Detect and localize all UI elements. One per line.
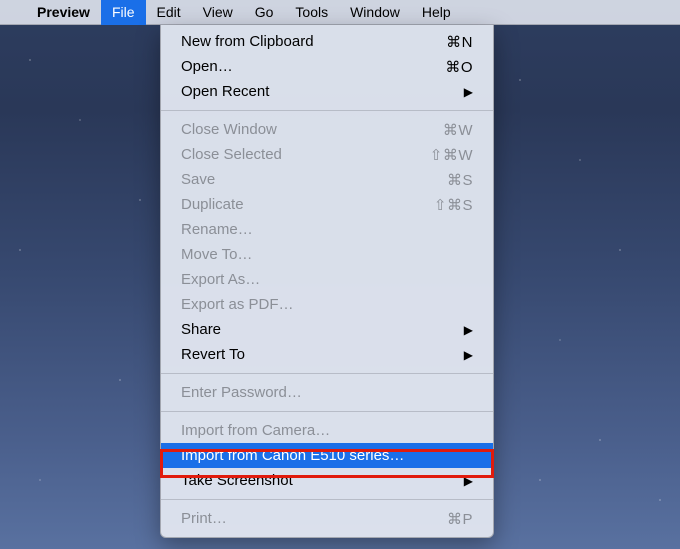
menu-edit[interactable]: Edit [146, 0, 192, 25]
menu-window[interactable]: Window [339, 0, 411, 25]
menu-item: Export as PDF… [161, 292, 493, 317]
menu-separator [161, 499, 493, 500]
menu-item-label: Export As… [181, 271, 260, 288]
menu-item: Enter Password… [161, 380, 493, 405]
menu-separator [161, 110, 493, 111]
menu-item-label: Duplicate [181, 196, 244, 213]
menu-item[interactable]: Open… ⌘O [161, 54, 493, 79]
menu-item-label: Close Window [181, 121, 277, 138]
menu-item-label: New from Clipboard [181, 33, 314, 50]
menu-item[interactable]: Revert To ▶ [161, 342, 493, 367]
submenu-arrow-icon: ▶ [464, 475, 473, 487]
menu-item-shortcut: ⌘S [425, 171, 473, 189]
menu-item-shortcut: ⌘P [425, 510, 473, 528]
submenu-arrow-icon: ▶ [464, 86, 473, 98]
menu-item: Close Window ⌘W [161, 117, 493, 142]
file-menu-dropdown: New from Clipboard ⌘N Open… ⌘O Open Recent ▶ C… [160, 25, 494, 538]
menu-item-shortcut: ⇧⌘S [425, 196, 473, 214]
menu-item-shortcut: ⌘N [425, 33, 473, 51]
menu-item-label: Save [181, 171, 215, 188]
menu-item[interactable]: Take Screenshot ▶ [161, 468, 493, 493]
menu-item-label: Share [181, 321, 221, 338]
menu-file[interactable]: File [101, 0, 146, 25]
app-menu-preview[interactable]: Preview [26, 0, 101, 25]
menu-item-label: Take Screenshot [181, 472, 293, 489]
menu-item-label: Open… [181, 58, 233, 75]
menu-view[interactable]: View [192, 0, 244, 25]
menu-help[interactable]: Help [411, 0, 462, 25]
menu-item: Rename… [161, 217, 493, 242]
menu-item: Export As… [161, 267, 493, 292]
menubar: Preview File Edit View Go Tools Window H… [0, 0, 680, 25]
menu-item: Close Selected ⇧⌘W [161, 142, 493, 167]
menu-item[interactable]: Share ▶ [161, 317, 493, 342]
menu-item-label: Print… [181, 510, 227, 527]
menu-item-label: Rename… [181, 221, 253, 238]
menu-item-label: Close Selected [181, 146, 282, 163]
menu-item: Import from Camera… [161, 418, 493, 443]
menu-item-label: Import from Canon E510 series… [181, 447, 404, 464]
menu-item[interactable]: Open Recent ▶ [161, 79, 493, 104]
menu-item-label: Open Recent [181, 83, 269, 100]
menu-item: Print… ⌘P [161, 506, 493, 531]
menu-tools[interactable]: Tools [284, 0, 339, 25]
menu-item: Move To… [161, 242, 493, 267]
menu-go[interactable]: Go [244, 0, 285, 25]
submenu-arrow-icon: ▶ [464, 324, 473, 336]
menu-separator [161, 373, 493, 374]
submenu-arrow-icon: ▶ [464, 349, 473, 361]
menu-separator [161, 411, 493, 412]
menu-item: Duplicate ⇧⌘S [161, 192, 493, 217]
menu-item-label: Enter Password… [181, 384, 302, 401]
menu-item-label: Import from Camera… [181, 422, 330, 439]
menu-item[interactable]: New from Clipboard ⌘N [161, 29, 493, 54]
menu-item-shortcut: ⇧⌘W [425, 146, 473, 164]
menu-item-label: Move To… [181, 246, 252, 263]
menu-item[interactable]: Import from Canon E510 series… [161, 443, 493, 468]
menu-item-label: Export as PDF… [181, 296, 294, 313]
menu-item-shortcut: ⌘O [425, 58, 473, 76]
menu-item-shortcut: ⌘W [425, 121, 473, 139]
menu-item-label: Revert To [181, 346, 245, 363]
menu-item: Save ⌘S [161, 167, 493, 192]
